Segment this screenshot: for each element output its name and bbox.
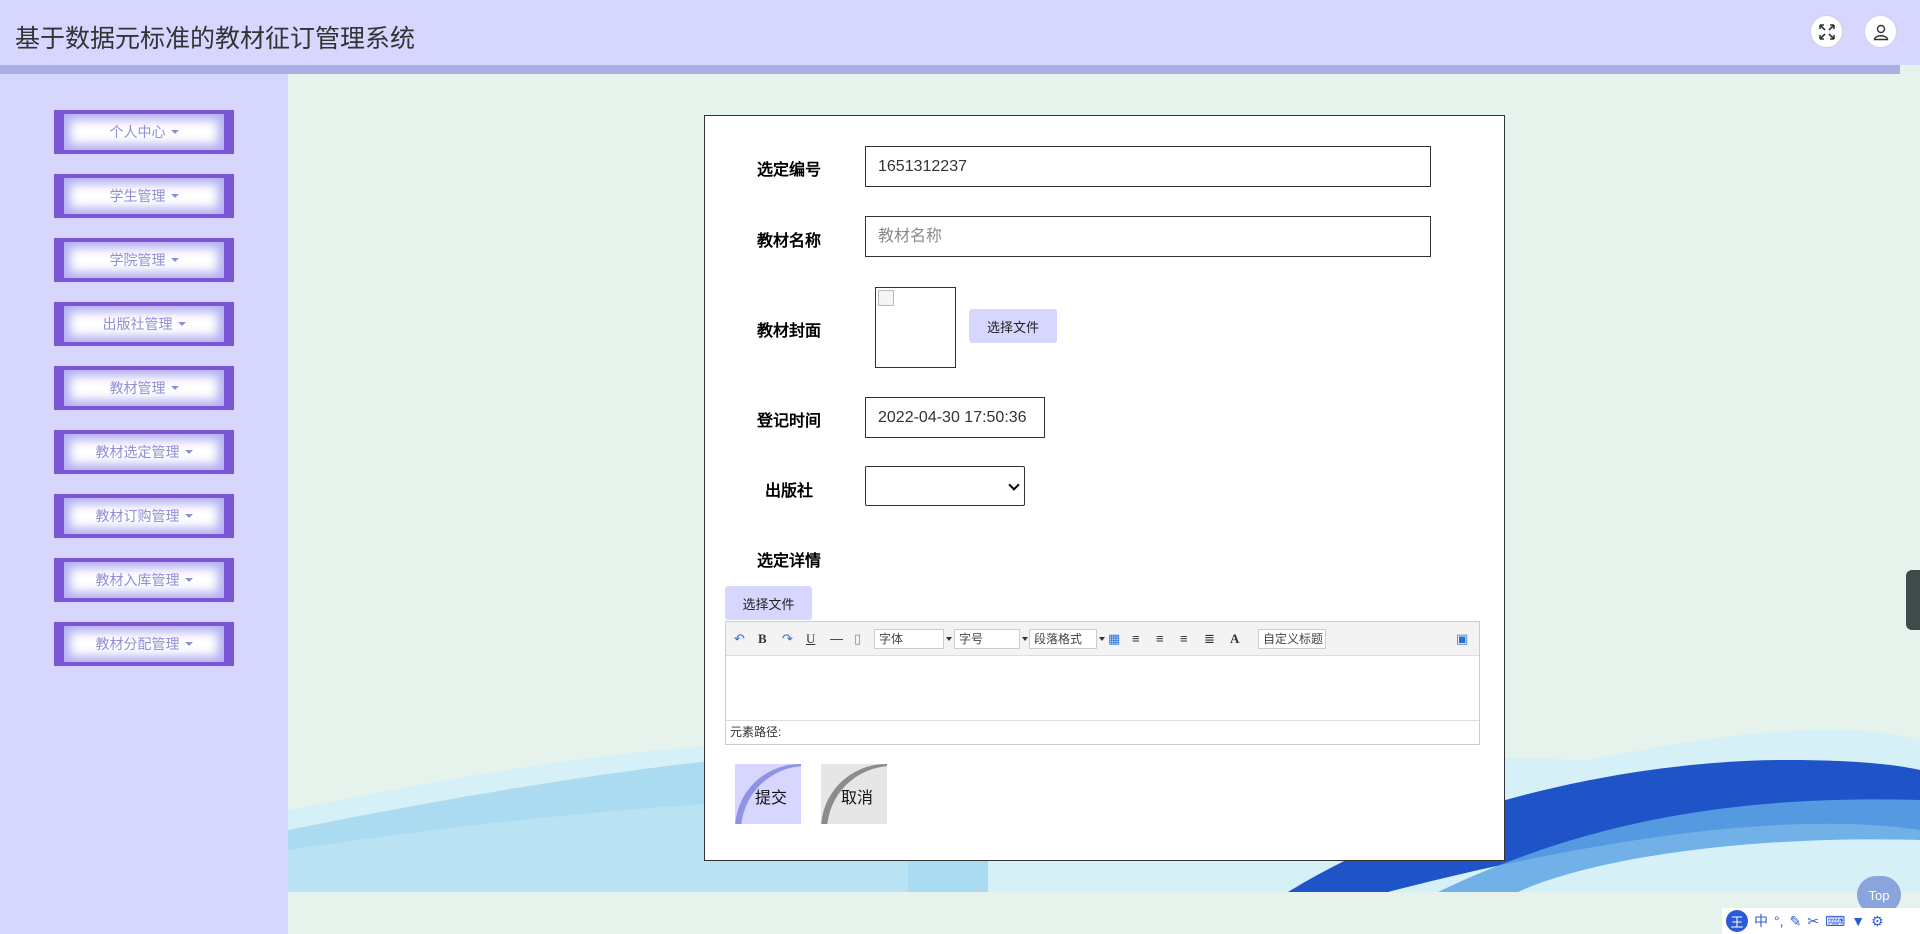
fullscreen-button[interactable] — [1810, 15, 1843, 48]
editor-content-area[interactable] — [726, 656, 1479, 720]
redo-icon[interactable]: ↷ — [782, 630, 793, 648]
sidebar-item-label: 个人中心 — [109, 124, 166, 140]
sidebar-item-label: 教材入库管理 — [95, 572, 180, 588]
sidebar-item-textbook-distribution[interactable]: 教材分配管理 — [54, 622, 234, 666]
paragraph-format-select[interactable]: 段落格式 — [1029, 629, 1105, 649]
sidebar-item-students[interactable]: 学生管理 — [54, 174, 234, 218]
textbook-name-input[interactable] — [865, 216, 1431, 257]
sidebar-item-textbook-orders[interactable]: 教材订购管理 — [54, 494, 234, 538]
textbook-name-label: 教材名称 — [756, 233, 821, 250]
horizontal-rule-icon[interactable]: — — [830, 630, 843, 648]
sidebar-item-label: 学院管理 — [109, 252, 166, 268]
cancel-button[interactable]: 取消 — [821, 764, 887, 824]
custom-heading-select[interactable]: 自定义标题 — [1258, 629, 1326, 649]
selection-no-input[interactable] — [865, 146, 1431, 187]
sidebar-item-textbook-stockin[interactable]: 教材入库管理 — [54, 558, 234, 602]
app-header: 基于数据元标准的教材征订管理系统 — [0, 0, 1920, 65]
selection-form: 选定编号 教材名称 教材封面 选择文件 登记时间 出版社 选定详情 选择文件 ↶… — [704, 115, 1505, 861]
handwriting-icon[interactable]: ✎ — [1790, 913, 1802, 930]
font-family-label: 字体 — [879, 632, 904, 646]
publisher-select[interactable] — [865, 466, 1025, 506]
sidebar-item-textbooks[interactable]: 教材管理 — [54, 366, 234, 410]
selection-no-label: 选定编号 — [756, 162, 821, 179]
details-label: 选定详情 — [756, 553, 821, 570]
element-path-bar: 元素路径: — [726, 720, 1479, 744]
caret-down-icon — [170, 130, 179, 134]
align-left-icon[interactable]: ≡ — [1132, 630, 1140, 648]
register-time-label: 登记时间 — [756, 413, 821, 430]
font-size-select[interactable]: 字号 — [954, 629, 1028, 649]
sidebar-item-label: 教材订购管理 — [95, 508, 180, 524]
submit-button[interactable]: 提交 — [735, 764, 801, 824]
table-icon[interactable]: ▦ — [1108, 630, 1120, 648]
scissors-icon[interactable]: ✂ — [1807, 913, 1819, 930]
custom-heading-label: 自定义标题 — [1263, 632, 1324, 646]
sidebar-item-colleges[interactable]: 学院管理 — [54, 238, 234, 282]
align-justify-icon[interactable]: ≣ — [1204, 630, 1215, 648]
chevron-down-icon — [1022, 637, 1028, 641]
sidebar-item-label: 出版社管理 — [102, 316, 173, 332]
editor-toolbar: ↶ B ↷ U — ▯ 字体 字号 段落格式 ▦ ≡ ≡ ≡ ≣ A 自定义标题… — [726, 622, 1479, 656]
app-title: 基于数据元标准的教材征订管理系统 — [15, 25, 416, 53]
caret-down-icon — [184, 578, 193, 582]
caret-down-icon — [170, 194, 179, 198]
sidebar-item-personal-center[interactable]: 个人中心 — [54, 110, 234, 154]
skin-icon[interactable]: ▼ — [1851, 913, 1865, 929]
chevron-down-icon — [946, 637, 952, 641]
settings-gear-icon[interactable]: ⚙ — [1871, 913, 1884, 930]
publisher-label: 出版社 — [764, 483, 813, 500]
caret-down-icon — [184, 642, 193, 646]
cover-image-preview — [875, 287, 956, 368]
chevron-down-icon — [1099, 637, 1105, 641]
cover-label: 教材封面 — [756, 323, 821, 340]
caret-down-icon — [184, 450, 193, 454]
register-time-input[interactable] — [865, 397, 1045, 438]
chevron-down-icon — [1008, 479, 1020, 491]
ime-toolbar: 王 中 °, ✎ ✂ ⌨ ▼ ⚙ — [1722, 908, 1920, 934]
caret-down-icon — [184, 514, 193, 518]
header-divider — [0, 65, 1900, 74]
keyboard-icon[interactable]: ⌨ — [1825, 913, 1845, 930]
font-color-button[interactable]: A — [1230, 630, 1239, 648]
caret-down-icon — [177, 322, 186, 326]
punctuation-icon[interactable]: °, — [1774, 913, 1784, 929]
sidebar-item-label: 学生管理 — [109, 188, 166, 204]
fullscreen-editor-icon[interactable]: ▣ — [1456, 630, 1468, 648]
font-size-label: 字号 — [959, 632, 984, 646]
sidebar-item-label: 教材选定管理 — [95, 444, 180, 460]
sidebar-item-textbook-selection[interactable]: 教材选定管理 — [54, 430, 234, 474]
ime-logo-icon[interactable]: 王 — [1726, 910, 1748, 932]
caret-down-icon — [170, 386, 179, 390]
underline-button[interactable]: U — [806, 630, 815, 648]
cover-file-button[interactable]: 选择文件 — [969, 309, 1057, 343]
paragraph-format-label: 段落格式 — [1034, 632, 1083, 646]
sidebar: 个人中心 学生管理 学院管理 出版社管理 教材管理 教材选定管理 教材订购管理 … — [0, 74, 288, 934]
user-button[interactable] — [1864, 15, 1897, 48]
side-scroll-tab[interactable] — [1906, 570, 1920, 630]
undo-icon[interactable]: ↶ — [734, 630, 745, 648]
page-icon[interactable]: ▯ — [854, 630, 861, 648]
sidebar-item-publishers[interactable]: 出版社管理 — [54, 302, 234, 346]
align-center-icon[interactable]: ≡ — [1180, 630, 1188, 648]
caret-down-icon — [170, 258, 179, 262]
sidebar-item-label: 教材分配管理 — [95, 636, 180, 652]
broken-image-icon — [878, 290, 894, 306]
cancel-label: 取消 — [841, 790, 874, 807]
user-icon — [1873, 24, 1888, 40]
rich-text-editor: ↶ B ↷ U — ▯ 字体 字号 段落格式 ▦ ≡ ≡ ≡ ≣ A 自定义标题… — [725, 621, 1480, 745]
bold-button[interactable]: B — [758, 630, 767, 648]
details-file-button[interactable]: 选择文件 — [725, 586, 812, 620]
align-right-icon[interactable]: ≡ — [1156, 630, 1164, 648]
submit-label: 提交 — [755, 790, 788, 807]
sidebar-item-label: 教材管理 — [109, 380, 166, 396]
font-family-select[interactable]: 字体 — [874, 629, 952, 649]
ime-mode-indicator[interactable]: 中 — [1754, 911, 1768, 931]
expand-icon — [1818, 23, 1835, 40]
